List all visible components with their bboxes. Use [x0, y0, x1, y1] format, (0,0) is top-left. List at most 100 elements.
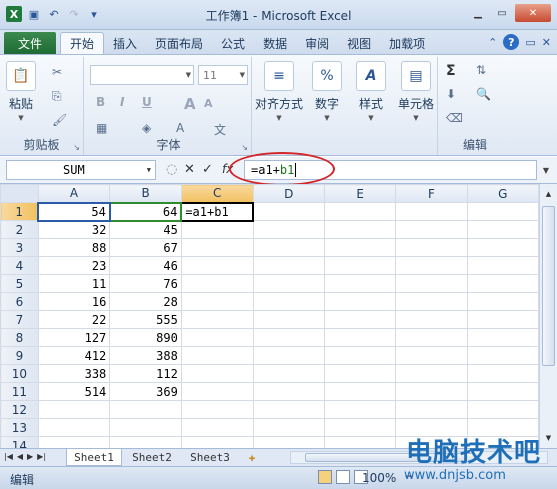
- cell-f13[interactable]: [395, 418, 468, 437]
- cell-d1[interactable]: [252, 202, 325, 221]
- cell-e11[interactable]: [323, 382, 397, 401]
- cell-c4[interactable]: [180, 256, 254, 275]
- tab-view[interactable]: 视图: [338, 32, 380, 54]
- cell-c1[interactable]: =a1+b1: [180, 201, 255, 222]
- cell-f8[interactable]: [395, 328, 468, 347]
- dialog-launcher-icon[interactable]: ↘: [241, 143, 248, 152]
- tab-review[interactable]: 审阅: [296, 32, 338, 54]
- find-select-icon[interactable]: 🔍: [476, 87, 491, 101]
- column-header[interactable]: G: [466, 184, 539, 203]
- cell-d12[interactable]: [252, 400, 325, 419]
- row-header[interactable]: 2: [0, 220, 39, 239]
- cell-e14[interactable]: [323, 436, 397, 448]
- cell-g6[interactable]: [466, 292, 539, 311]
- cell-g3[interactable]: [466, 238, 539, 257]
- sheet-tab-2[interactable]: Sheet2: [124, 449, 180, 466]
- cell-e13[interactable]: [323, 418, 397, 437]
- page-layout-view-icon[interactable]: [336, 470, 350, 484]
- cell-b7[interactable]: 555: [109, 310, 182, 329]
- cancel-icon[interactable]: ✕: [184, 162, 195, 177]
- cell-f5[interactable]: [395, 274, 468, 293]
- column-header[interactable]: F: [395, 184, 468, 203]
- formula-input[interactable]: =a1+ b1: [244, 160, 537, 180]
- cell-a10[interactable]: 338: [37, 364, 111, 383]
- sheet-tab-3[interactable]: Sheet3: [182, 449, 238, 466]
- cell-d3[interactable]: [252, 238, 325, 257]
- cell-a1[interactable]: 54: [37, 201, 111, 222]
- cell-d14[interactable]: [252, 436, 325, 448]
- row-header[interactable]: 6: [0, 292, 39, 311]
- column-header[interactable]: B: [109, 184, 182, 203]
- undo-icon[interactable]: ↶: [46, 6, 62, 22]
- cell-g11[interactable]: [466, 382, 539, 401]
- cell-a5[interactable]: 11: [37, 274, 111, 293]
- cells-button[interactable]: ▤ 单元格 ▼: [394, 61, 438, 122]
- sheet-tab-1[interactable]: Sheet1: [66, 449, 122, 466]
- cell-c10[interactable]: [180, 364, 254, 383]
- next-sheet-icon[interactable]: ▶: [27, 452, 33, 461]
- cell-g14[interactable]: [466, 436, 539, 448]
- cell-c14[interactable]: [180, 436, 254, 448]
- tab-file[interactable]: 文件: [4, 32, 56, 54]
- chevron-up-icon[interactable]: ⌃: [488, 36, 497, 49]
- cell-g9[interactable]: [466, 346, 539, 365]
- sort-filter-icon[interactable]: ⇅: [476, 63, 486, 77]
- number-button[interactable]: % 数字 ▼: [306, 61, 348, 122]
- cell-f11[interactable]: [395, 382, 468, 401]
- scroll-thumb[interactable]: [542, 206, 555, 366]
- cell-a12[interactable]: [37, 400, 111, 419]
- cell-a4[interactable]: 23: [37, 256, 111, 275]
- tab-home[interactable]: 开始: [60, 32, 105, 54]
- cell-c7[interactable]: [180, 310, 254, 329]
- cell-g4[interactable]: [466, 256, 539, 275]
- cell-e5[interactable]: [323, 274, 397, 293]
- cell-a2[interactable]: 32: [37, 220, 111, 239]
- row-header[interactable]: 8: [0, 328, 39, 347]
- minimize-icon[interactable]: ▁: [467, 4, 489, 22]
- tab-data[interactable]: 数据: [254, 32, 296, 54]
- fill-color-icon[interactable]: ◈: [142, 121, 151, 135]
- cell-f4[interactable]: [395, 256, 468, 275]
- column-header[interactable]: C: [180, 184, 254, 203]
- row-header[interactable]: 3: [0, 238, 39, 257]
- cell-e8[interactable]: [323, 328, 397, 347]
- cell-e7[interactable]: [323, 310, 397, 329]
- cell-d6[interactable]: [252, 292, 325, 311]
- cell-d4[interactable]: [252, 256, 325, 275]
- cell-b3[interactable]: 67: [109, 238, 182, 257]
- cell-g1[interactable]: [466, 202, 539, 221]
- prev-sheet-icon[interactable]: ◀: [17, 452, 23, 461]
- cell-a11[interactable]: 514: [37, 382, 111, 401]
- column-header[interactable]: D: [252, 184, 325, 203]
- cell-d8[interactable]: [252, 328, 325, 347]
- clear-icon[interactable]: ⌫: [446, 111, 463, 125]
- row-header[interactable]: 4: [0, 256, 39, 275]
- expand-formula-icon[interactable]: ▼: [539, 162, 553, 178]
- cell-f9[interactable]: [395, 346, 468, 365]
- cell-d7[interactable]: [252, 310, 325, 329]
- copy-icon[interactable]: ⎘: [52, 89, 62, 104]
- alignment-button[interactable]: ≡ 对齐方式 ▼: [254, 61, 304, 122]
- last-sheet-icon[interactable]: ▶|: [37, 452, 46, 461]
- row-header[interactable]: 7: [0, 310, 39, 329]
- cell-c3[interactable]: [180, 238, 254, 257]
- styles-button[interactable]: A 样式 ▼: [350, 61, 392, 122]
- italic-button[interactable]: I: [120, 95, 124, 109]
- restore-icon[interactable]: ▭: [525, 36, 535, 49]
- cell-d9[interactable]: [252, 346, 325, 365]
- maximize-icon[interactable]: ▭: [491, 4, 513, 22]
- cell-d11[interactable]: [252, 382, 325, 401]
- name-box[interactable]: SUM ▼: [6, 160, 156, 180]
- row-header[interactable]: 14: [0, 436, 39, 448]
- cell-c8[interactable]: [180, 328, 254, 347]
- close-icon[interactable]: ✕: [515, 4, 551, 22]
- column-header[interactable]: E: [323, 184, 397, 203]
- cell-b4[interactable]: 46: [109, 256, 182, 275]
- tab-addins[interactable]: 加载项: [380, 32, 434, 54]
- close-workbook-icon[interactable]: ✕: [542, 36, 551, 49]
- cell-f3[interactable]: [395, 238, 468, 257]
- format-painter-icon[interactable]: 🖌: [52, 113, 67, 127]
- cell-d10[interactable]: [252, 364, 325, 383]
- cell-f7[interactable]: [395, 310, 468, 329]
- cell-e12[interactable]: [323, 400, 397, 419]
